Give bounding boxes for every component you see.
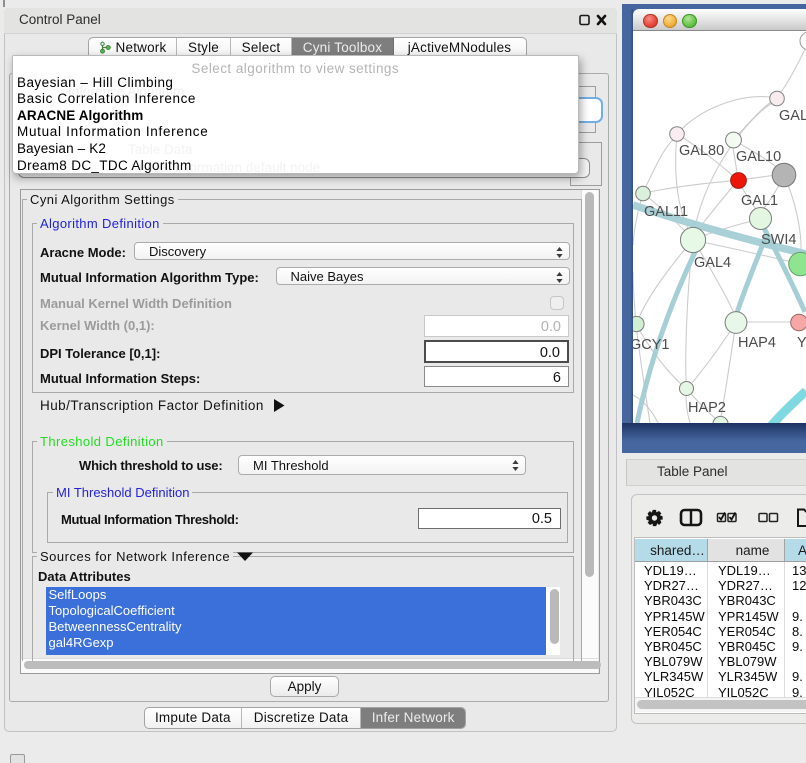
svg-text:YD: YD xyxy=(797,335,806,351)
svg-text:GAL1: GAL1 xyxy=(741,193,778,209)
svg-text:GAL11: GAL11 xyxy=(644,204,688,220)
svg-text:HAP4: HAP4 xyxy=(738,335,776,351)
svg-text:GAL80: GAL80 xyxy=(679,143,724,159)
svg-text:GCY1: GCY1 xyxy=(633,337,670,353)
svg-text:GAL7: GAL7 xyxy=(779,108,806,124)
svg-text:GAL4: GAL4 xyxy=(694,255,731,271)
svg-text:HAP2: HAP2 xyxy=(688,400,726,416)
svg-text:SWI4: SWI4 xyxy=(761,232,796,248)
svg-text:GAL10: GAL10 xyxy=(736,149,781,165)
